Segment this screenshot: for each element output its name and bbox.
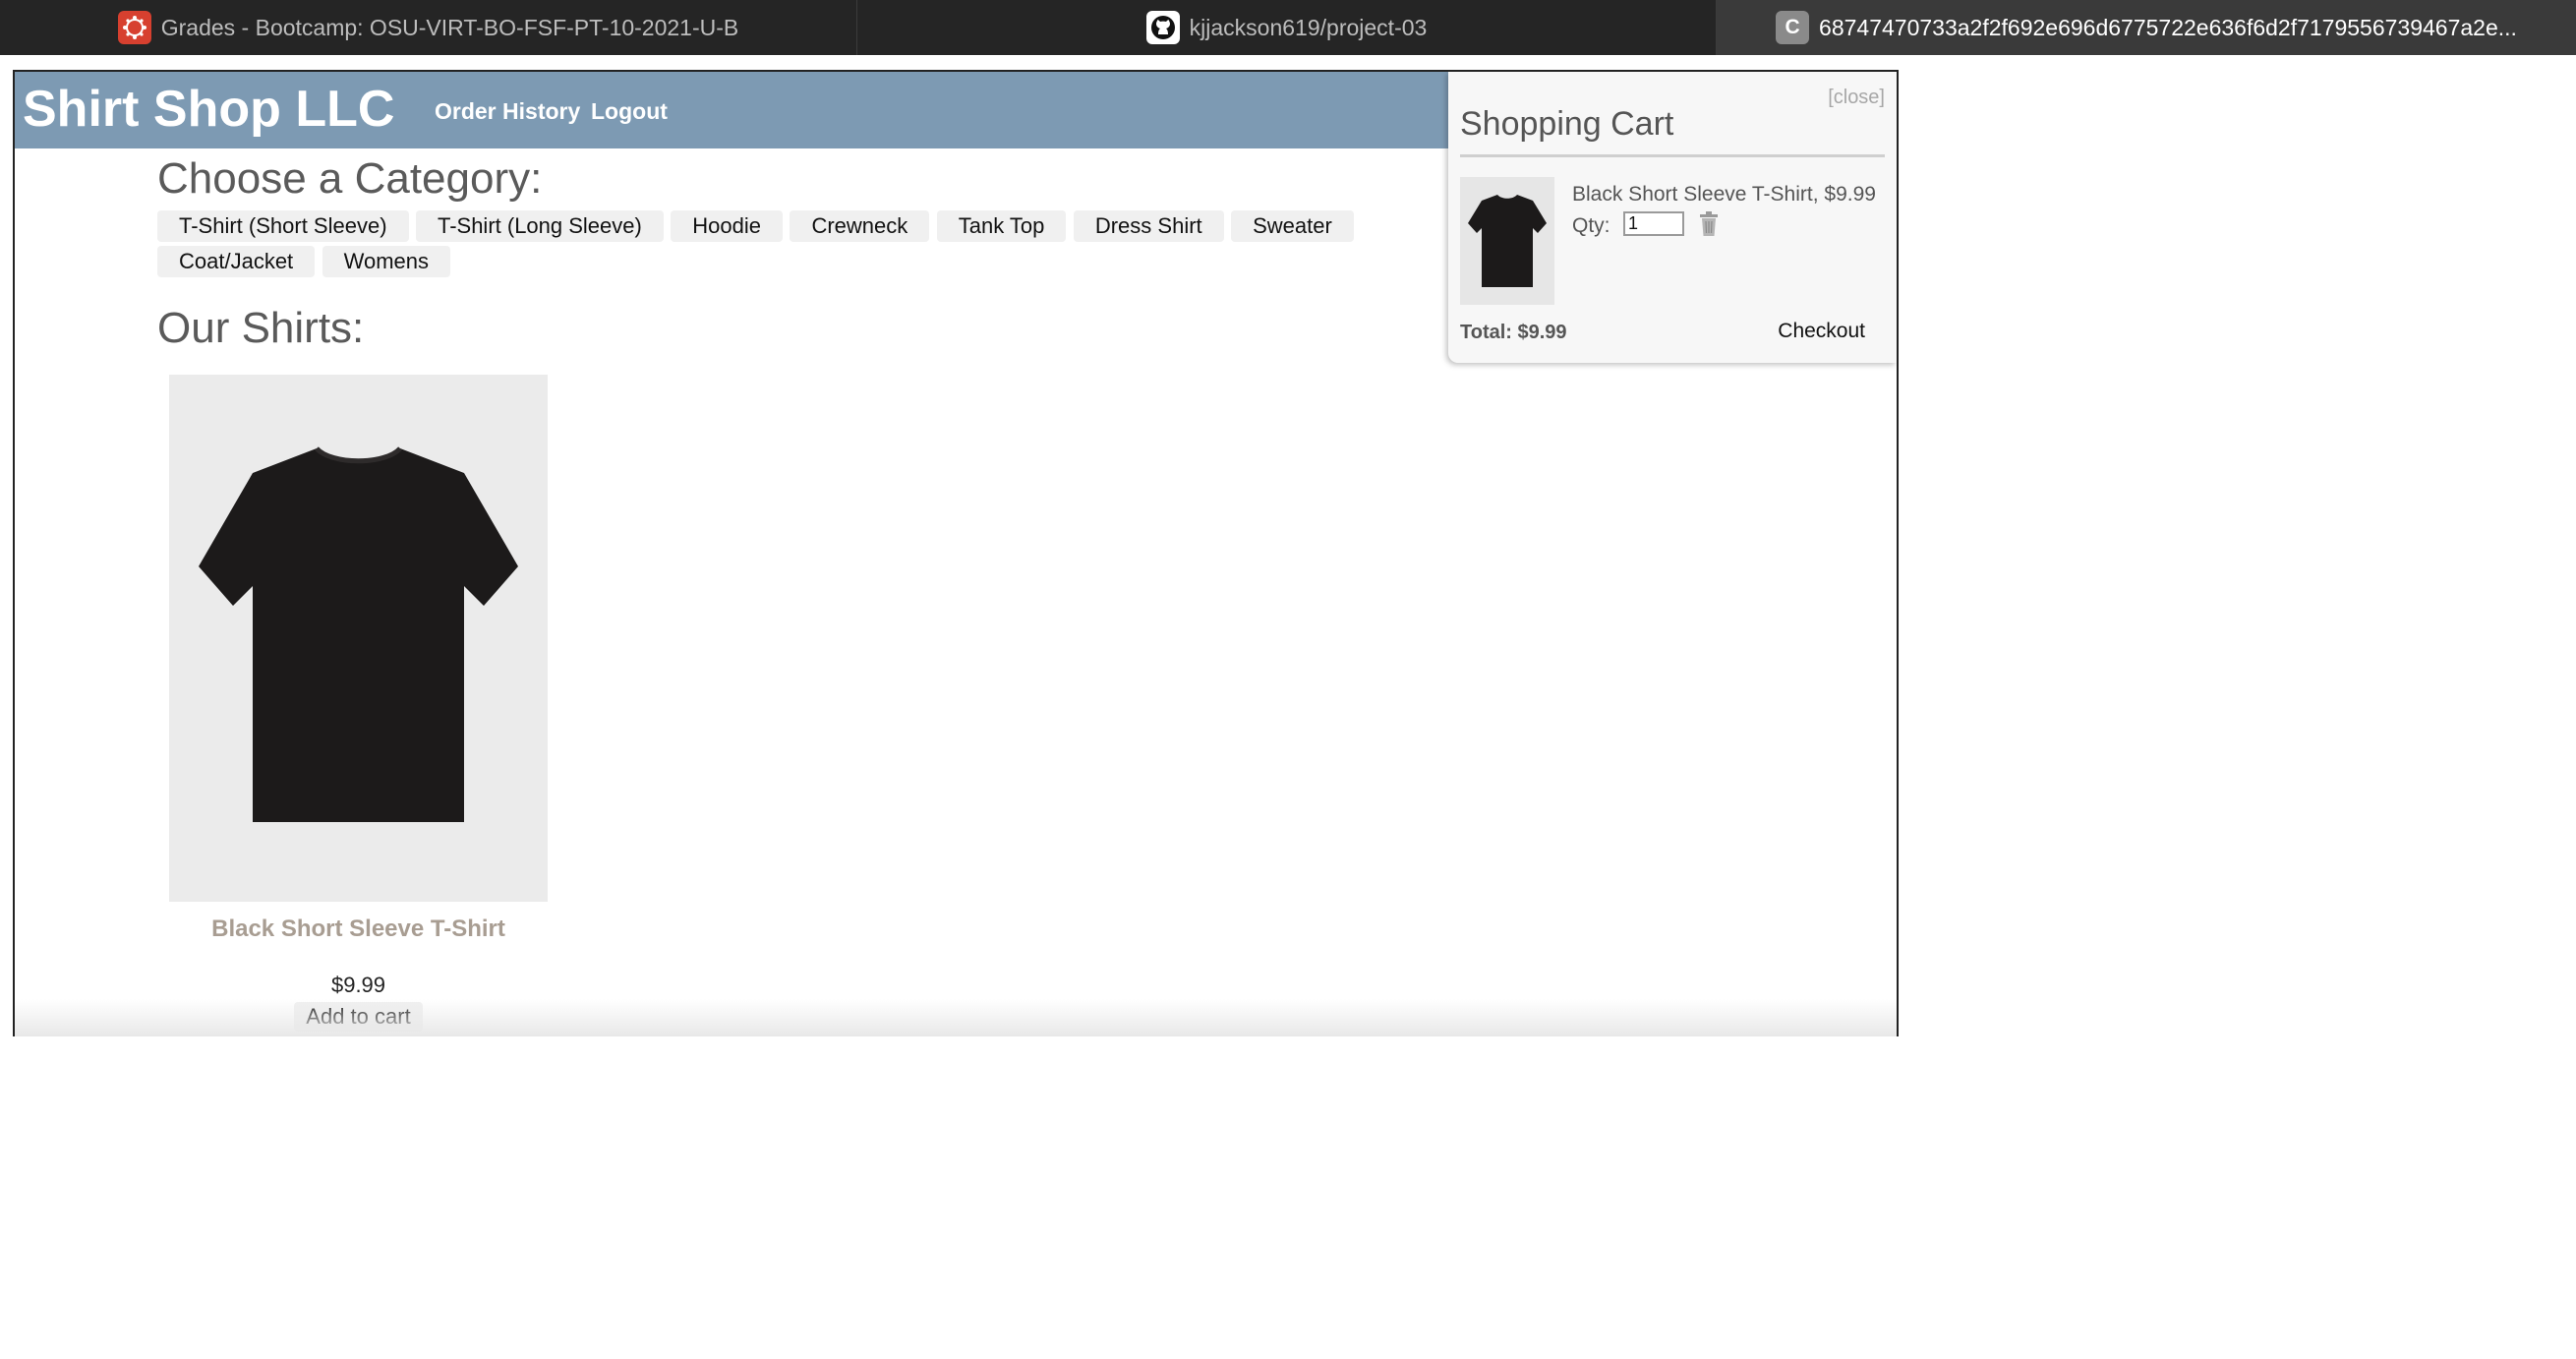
cart-item-description: Black Short Sleeve T-Shirt, $9.99 — [1572, 183, 1876, 206]
product-price: $9.99 — [330, 973, 386, 997]
tab-title: kjjackson619/project-03 — [1189, 14, 1428, 40]
shopping-cart-panel: [close] Shopping Cart Black Short Sleeve… — [1448, 72, 1897, 363]
cart-item-image — [1460, 177, 1554, 305]
category-heading: Choose a Category: — [157, 154, 543, 203]
c-letter-icon: C — [1776, 11, 1810, 44]
browser-tab-bar: Grades - Bootcamp: OSU-VIRT-BO-FSF-PT-10… — [0, 0, 2576, 55]
category-button-coat-jacket[interactable]: Coat/Jacket — [157, 246, 316, 277]
browser-tab-active[interactable]: C 68747470733a2f2f692e696d6775722e636f6d… — [1717, 0, 2576, 55]
canvas-icon — [117, 11, 151, 44]
cart-title: Shopping Cart — [1460, 105, 1674, 143]
cart-divider — [1460, 154, 1885, 157]
category-button-tank-top[interactable]: Tank Top — [936, 210, 1067, 242]
brand-logo-link[interactable]: Shirt Shop LLC — [23, 80, 394, 139]
github-icon — [1145, 11, 1180, 44]
category-button-hoodie[interactable]: Hoodie — [671, 210, 784, 242]
cart-total: Total: $9.99 — [1460, 322, 1567, 343]
product-card: Black Short Sleeve T-Shirt $9.99 Add to … — [169, 375, 548, 1032]
browser-tab-grades[interactable]: Grades - Bootcamp: OSU-VIRT-BO-FSF-PT-10… — [0, 0, 857, 55]
category-button-tshirt-short-sleeve[interactable]: T-Shirt (Short Sleeve) — [157, 210, 409, 242]
cart-close-button[interactable]: [close] — [1828, 87, 1885, 109]
order-history-link[interactable]: Order History — [435, 98, 580, 125]
browser-tab-github[interactable]: kjjackson619/project-03 — [857, 0, 1717, 55]
logout-link[interactable]: Logout — [591, 98, 668, 125]
app-viewport: Shirt Shop LLC Order History Logout Choo… — [13, 70, 1899, 1036]
products-heading: Our Shirts: — [157, 304, 365, 352]
product-name[interactable]: Black Short Sleeve T-Shirt — [169, 916, 548, 943]
category-button-womens[interactable]: Womens — [322, 246, 451, 277]
tshirt-image — [199, 446, 518, 822]
trash-icon[interactable] — [1698, 211, 1720, 237]
cart-qty-input[interactable] — [1623, 211, 1684, 236]
category-button-tshirt-long-sleeve[interactable]: T-Shirt (Long Sleeve) — [415, 210, 664, 242]
tab-title: 68747470733a2f2f692e696d6775722e636f6d2f… — [1819, 14, 2517, 40]
add-to-cart-button[interactable]: Add to cart — [294, 1002, 423, 1032]
tshirt-thumbnail — [1468, 195, 1547, 287]
cart-qty-label: Qty: — [1572, 214, 1610, 237]
product-image[interactable] — [169, 375, 548, 902]
tab-title: Grades - Bootcamp: OSU-VIRT-BO-FSF-PT-10… — [160, 14, 739, 40]
category-button-dress-shirt[interactable]: Dress Shirt — [1073, 210, 1224, 242]
category-button-crewneck[interactable]: Crewneck — [790, 210, 930, 242]
category-list: T-Shirt (Short Sleeve) T-Shirt (Long Sle… — [157, 210, 1485, 281]
category-button-sweater[interactable]: Sweater — [1231, 210, 1354, 242]
checkout-button[interactable]: Checkout — [1772, 319, 1871, 344]
